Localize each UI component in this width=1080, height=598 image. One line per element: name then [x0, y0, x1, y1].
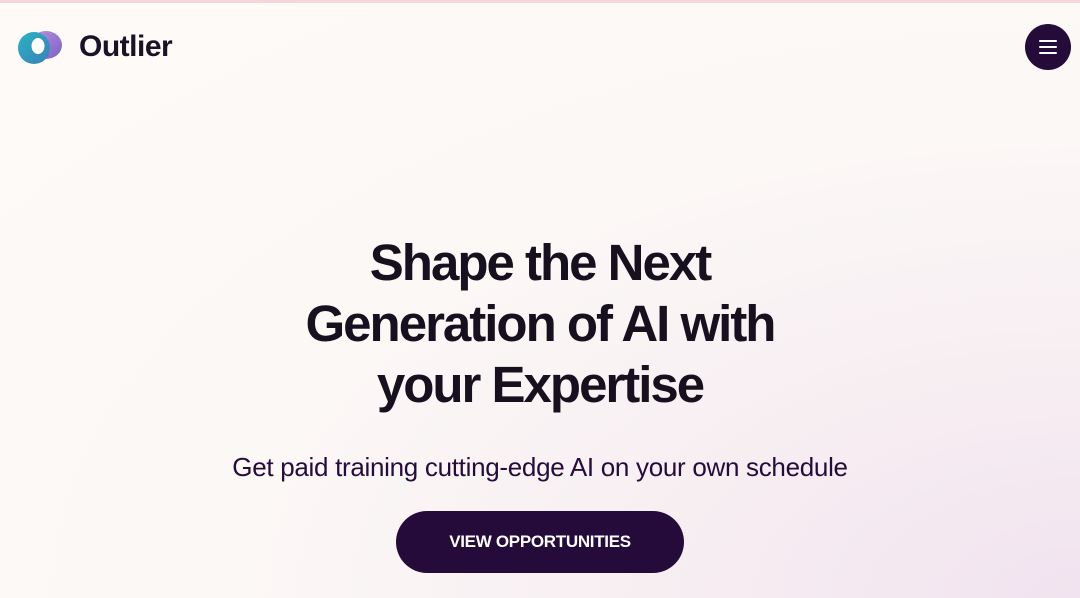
- hero-section: Shape the Next Generation of AI with you…: [0, 232, 1080, 415]
- headline-line: Shape the Next: [369, 234, 712, 291]
- hero-subheadline: Get paid training cutting-edge AI on you…: [232, 452, 848, 482]
- menu-button[interactable]: [1025, 24, 1071, 70]
- view-opportunities-button[interactable]: VIEW OPPORTUNITIES: [396, 511, 684, 573]
- hero-headline: Shape the Next Generation of AI with you…: [230, 232, 850, 415]
- headline-line: your Expertise: [376, 356, 705, 413]
- hamburger-menu-icon: [1039, 40, 1057, 54]
- brand-name[interactable]: Outlier: [79, 29, 173, 65]
- site-header: Outlier: [0, 0, 1080, 95]
- headline-line: Generation of AI with: [305, 295, 777, 352]
- outlier-logo-icon[interactable]: [17, 29, 65, 65]
